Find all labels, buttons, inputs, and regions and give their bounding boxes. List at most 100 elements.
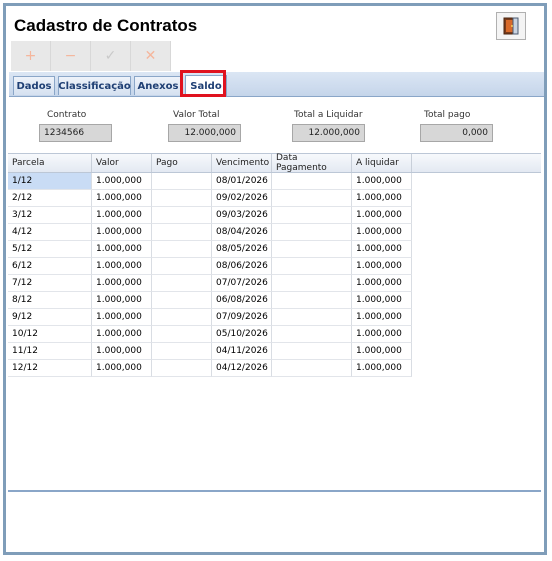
table-cell[interactable]: 09/03/2026	[212, 207, 272, 224]
table-row[interactable]: 12/12 1.000,000 04/12/2026 1.000,000	[8, 360, 412, 377]
table-row[interactable]: 10/12 1.000,000 05/10/2026 1.000,000	[8, 326, 412, 343]
table-cell[interactable]: 7/12	[8, 275, 92, 292]
column-header-pago[interactable]: Pago	[152, 154, 212, 172]
table-cell[interactable]: 6/12	[8, 258, 92, 275]
table-cell[interactable]	[152, 360, 212, 377]
table-cell[interactable]: 1.000,000	[352, 190, 412, 207]
table-cell[interactable]: 1.000,000	[92, 207, 152, 224]
total-liquidar-field[interactable]: 12.000,000	[292, 124, 365, 142]
table-cell[interactable]	[272, 326, 352, 343]
table-cell[interactable]: 1.000,000	[92, 258, 152, 275]
column-header-a-liquidar[interactable]: A liquidar	[352, 154, 412, 172]
table-cell[interactable]	[152, 190, 212, 207]
table-cell[interactable]: 08/05/2026	[212, 241, 272, 258]
table-row[interactable]: 6/12 1.000,000 08/06/2026 1.000,000	[8, 258, 412, 275]
table-cell[interactable]	[152, 309, 212, 326]
table-cell[interactable]: 1.000,000	[92, 190, 152, 207]
table-cell[interactable]: 04/12/2026	[212, 360, 272, 377]
valor-total-field[interactable]: 12.000,000	[168, 124, 241, 142]
table-cell[interactable]	[152, 207, 212, 224]
table-cell[interactable]	[272, 360, 352, 377]
total-pago-field[interactable]: 0,000	[420, 124, 493, 142]
table-row[interactable]: 8/12 1.000,000 06/08/2026 1.000,000	[8, 292, 412, 309]
table-cell[interactable]: 11/12	[8, 343, 92, 360]
table-cell[interactable]: 8/12	[8, 292, 92, 309]
table-cell[interactable]: 12/12	[8, 360, 92, 377]
table-row[interactable]: 3/12 1.000,000 09/03/2026 1.000,000	[8, 207, 412, 224]
table-cell[interactable]: 1.000,000	[352, 207, 412, 224]
table-cell[interactable]	[152, 241, 212, 258]
table-cell[interactable]: 1.000,000	[92, 309, 152, 326]
table-cell[interactable]	[152, 343, 212, 360]
table-cell[interactable]: 4/12	[8, 224, 92, 241]
table-cell[interactable]: 1.000,000	[352, 275, 412, 292]
table-cell[interactable]: 08/04/2026	[212, 224, 272, 241]
table-cell[interactable]	[152, 173, 212, 190]
table-cell[interactable]	[152, 292, 212, 309]
table-cell[interactable]: 05/10/2026	[212, 326, 272, 343]
confirm-button[interactable]: ✓	[91, 41, 131, 71]
column-header-data-pagamento[interactable]: Data Pagamento	[272, 153, 352, 173]
table-cell[interactable]: 08/06/2026	[212, 258, 272, 275]
table-cell[interactable]: 08/01/2026	[212, 173, 272, 190]
table-cell[interactable]: 06/08/2026	[212, 292, 272, 309]
table-cell[interactable]: 1.000,000	[352, 258, 412, 275]
table-cell[interactable]	[272, 275, 352, 292]
table-cell[interactable]	[152, 275, 212, 292]
remove-button[interactable]: −	[51, 41, 91, 71]
table-cell[interactable]: 1.000,000	[352, 241, 412, 258]
column-header-valor[interactable]: Valor	[92, 154, 152, 172]
table-cell[interactable]: 1.000,000	[352, 292, 412, 309]
table-cell[interactable]	[272, 309, 352, 326]
table-row[interactable]: 9/12 1.000,000 07/09/2026 1.000,000	[8, 309, 412, 326]
table-cell[interactable]: 10/12	[8, 326, 92, 343]
cancel-button[interactable]: ✕	[131, 41, 171, 71]
table-cell[interactable]: 1.000,000	[92, 343, 152, 360]
table-cell[interactable]	[272, 173, 352, 190]
table-cell[interactable]: 5/12	[8, 241, 92, 258]
table-cell[interactable]	[272, 292, 352, 309]
table-cell[interactable]	[152, 258, 212, 275]
table-cell[interactable]	[272, 207, 352, 224]
table-cell[interactable]	[272, 241, 352, 258]
table-cell[interactable]: 1.000,000	[92, 360, 152, 377]
table-cell[interactable]: 1.000,000	[92, 275, 152, 292]
table-cell[interactable]: 1.000,000	[352, 360, 412, 377]
table-cell[interactable]: 3/12	[8, 207, 92, 224]
table-cell[interactable]	[152, 326, 212, 343]
tab-classificacao[interactable]: Classificação	[58, 76, 131, 95]
add-button[interactable]: +	[11, 41, 51, 71]
table-row[interactable]: 7/12 1.000,000 07/07/2026 1.000,000	[8, 275, 412, 292]
table-cell[interactable]: 1.000,000	[92, 241, 152, 258]
exit-button[interactable]	[496, 12, 526, 40]
table-cell[interactable]: 1.000,000	[92, 224, 152, 241]
table-cell[interactable]: 1.000,000	[92, 326, 152, 343]
contrato-field[interactable]: 1234566	[39, 124, 112, 142]
table-cell[interactable]: 09/02/2026	[212, 190, 272, 207]
table-row[interactable]: 2/12 1.000,000 09/02/2026 1.000,000	[8, 190, 412, 207]
table-cell[interactable]: 07/07/2026	[212, 275, 272, 292]
table-cell[interactable]: 2/12	[8, 190, 92, 207]
table-cell[interactable]: 07/09/2026	[212, 309, 272, 326]
table-cell[interactable]	[272, 224, 352, 241]
table-cell[interactable]: 1.000,000	[352, 173, 412, 190]
table-cell[interactable]	[272, 343, 352, 360]
table-cell[interactable]: 1.000,000	[352, 309, 412, 326]
table-row[interactable]: 11/12 1.000,000 04/11/2026 1.000,000	[8, 343, 412, 360]
table-cell[interactable]	[272, 190, 352, 207]
table-cell[interactable]: 1/12	[8, 173, 92, 190]
table-cell[interactable]: 1.000,000	[92, 173, 152, 190]
tab-anexos[interactable]: Anexos	[134, 76, 182, 95]
table-cell[interactable]: 04/11/2026	[212, 343, 272, 360]
table-cell[interactable]: 9/12	[8, 309, 92, 326]
table-row[interactable]: 5/12 1.000,000 08/05/2026 1.000,000	[8, 241, 412, 258]
table-cell[interactable]	[272, 258, 352, 275]
table-cell[interactable]: 1.000,000	[92, 292, 152, 309]
table-row[interactable]: 4/12 1.000,000 08/04/2026 1.000,000	[8, 224, 412, 241]
table-cell[interactable]	[152, 224, 212, 241]
table-cell[interactable]: 1.000,000	[352, 326, 412, 343]
column-header-parcela[interactable]: Parcela	[8, 154, 92, 172]
table-cell[interactable]: 1.000,000	[352, 224, 412, 241]
tab-dados[interactable]: Dados	[13, 76, 55, 95]
table-row[interactable]: 1/12 1.000,000 08/01/2026 1.000,000	[8, 173, 412, 190]
